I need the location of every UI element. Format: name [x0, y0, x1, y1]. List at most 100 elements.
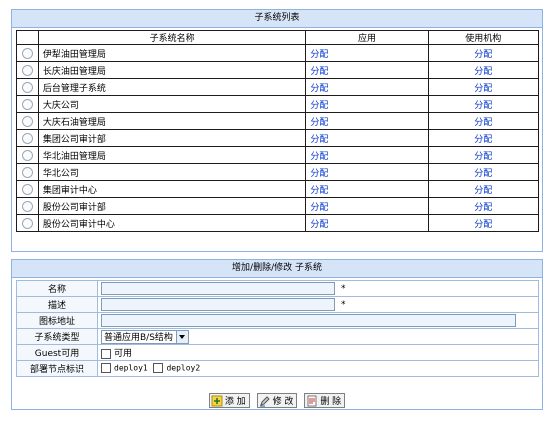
subsystem-name: 股份公司审计中心: [37, 214, 307, 232]
row-radio[interactable]: [21, 115, 33, 127]
deploy1-label: deploy1: [114, 363, 148, 373]
form-title: 增加/删除/修改 子系统: [12, 260, 542, 278]
subsystem-name: 伊犁油田管理局: [37, 44, 307, 62]
row-radio[interactable]: [21, 183, 33, 195]
guest-label: Guest可用: [16, 344, 98, 361]
guest-option-label: 可用: [114, 349, 133, 359]
table-row: 集团公司审计部 分配 分配: [16, 129, 540, 147]
table-row: 大庆石油管理局 分配 分配: [16, 112, 540, 130]
subsystem-table: 子系统名称 应用 使用机构 伊犁油田管理局 分配 分配 长庆油田管理局 分配 分配 后台管理…: [16, 30, 540, 232]
subsystem-list-panel: 子系统列表 子系统名称 应用 使用机构 伊犁油田管理局 分配 分配 长庆油田管理局 分配…: [11, 9, 543, 252]
delete-button[interactable]: 删 除: [304, 393, 346, 408]
assign-app-link[interactable]: 分配: [310, 101, 328, 111]
table-row: 华北油田管理局 分配 分配: [16, 146, 540, 164]
row-radio[interactable]: [21, 47, 33, 59]
header-name: 子系统名称: [37, 30, 307, 45]
form-row-desc: 描述 *: [16, 296, 539, 313]
subsystem-name: 股份公司审计部: [37, 197, 307, 215]
subsystem-edit-panel: 增加/删除/修改 子系统 名称 * 描述 * 图标地址 子系统类型 普通应用B/…: [11, 259, 543, 410]
deploy-label: 部署节点标识: [16, 360, 98, 377]
name-input[interactable]: [101, 282, 335, 295]
add-button[interactable]: 添 加: [208, 393, 250, 408]
row-radio[interactable]: [21, 81, 33, 93]
edit-icon: [259, 395, 270, 406]
table-row: 华北公司 分配 分配: [16, 163, 540, 181]
guest-checkbox[interactable]: [101, 348, 111, 359]
assign-app-link[interactable]: 分配: [310, 169, 328, 179]
assign-org-link[interactable]: 分配: [474, 152, 492, 162]
assign-app-link[interactable]: 分配: [310, 135, 328, 145]
table-header-row: 子系统名称 应用 使用机构: [16, 30, 540, 45]
name-required-mark: *: [341, 284, 346, 294]
table-row: 股份公司审计部 分配 分配: [16, 197, 540, 215]
chevron-down-icon[interactable]: [175, 330, 188, 343]
subsystem-name: 大庆公司: [37, 95, 307, 113]
subsystem-name: 集团审计中心: [37, 180, 307, 198]
form-row-deploy: 部署节点标识 deploy1 deploy2: [16, 360, 539, 377]
button-bar: 添 加 修 改 删 除: [16, 393, 538, 408]
row-radio[interactable]: [21, 217, 33, 229]
subsystem-name: 后台管理子系统: [37, 78, 307, 96]
row-radio[interactable]: [21, 64, 33, 76]
delete-icon: [307, 395, 317, 406]
assign-org-link[interactable]: 分配: [474, 220, 492, 230]
type-select[interactable]: 普通应用B/S结构: [101, 329, 189, 344]
assign-app-link[interactable]: 分配: [310, 50, 328, 60]
subsystem-name: 长庆油田管理局: [37, 61, 307, 79]
assign-app-link[interactable]: 分配: [310, 186, 328, 196]
assign-org-link[interactable]: 分配: [474, 118, 492, 128]
assign-org-link[interactable]: 分配: [474, 135, 492, 145]
row-radio[interactable]: [21, 149, 33, 161]
assign-org-link[interactable]: 分配: [474, 169, 492, 179]
assign-app-link[interactable]: 分配: [310, 220, 328, 230]
table-row: 集团审计中心 分配 分配: [16, 180, 540, 198]
assign-org-link[interactable]: 分配: [474, 50, 492, 60]
desc-input[interactable]: [101, 298, 335, 311]
icon-url-input[interactable]: [101, 314, 516, 327]
form-row-type: 子系统类型 普通应用B/S结构: [16, 328, 539, 345]
add-icon: [211, 395, 223, 406]
table-row: 后台管理子系统 分配 分配: [16, 78, 540, 96]
header-select: [16, 30, 39, 45]
assign-app-link[interactable]: 分配: [310, 203, 328, 213]
row-radio[interactable]: [21, 200, 33, 212]
table-row: 大庆公司 分配 分配: [16, 95, 540, 113]
desc-label: 描述: [16, 296, 98, 313]
form-row-icon: 图标地址: [16, 312, 539, 329]
row-radio[interactable]: [21, 132, 33, 144]
deploy1-checkbox[interactable]: [101, 363, 111, 374]
assign-org-link[interactable]: 分配: [474, 101, 492, 111]
subsystem-name: 华北油田管理局: [37, 146, 307, 164]
delete-button-label: 删 除: [320, 397, 342, 407]
list-title: 子系统列表: [12, 10, 542, 28]
table-row: 伊犁油田管理局 分配 分配: [16, 44, 540, 62]
icon-url-label: 图标地址: [16, 312, 98, 329]
desc-required-mark: *: [341, 300, 346, 310]
form-row-name: 名称 *: [16, 280, 539, 297]
assign-app-link[interactable]: 分配: [310, 118, 328, 128]
assign-app-link[interactable]: 分配: [310, 67, 328, 77]
edit-button[interactable]: 修 改: [256, 393, 298, 408]
header-org: 使用机构: [427, 30, 540, 45]
assign-app-link[interactable]: 分配: [310, 84, 328, 94]
subsystem-name: 集团公司审计部: [37, 129, 307, 147]
subsystem-name: 大庆石油管理局: [37, 112, 307, 130]
assign-org-link[interactable]: 分配: [474, 67, 492, 77]
name-label: 名称: [16, 280, 98, 297]
assign-org-link[interactable]: 分配: [474, 186, 492, 196]
edit-button-label: 修 改: [272, 397, 294, 407]
row-radio[interactable]: [21, 98, 33, 110]
deploy2-checkbox[interactable]: [153, 363, 164, 374]
add-button-label: 添 加: [224, 397, 246, 407]
assign-app-link[interactable]: 分配: [310, 152, 328, 162]
row-radio[interactable]: [21, 166, 33, 178]
type-select-value: 普通应用B/S结构: [104, 333, 173, 343]
assign-org-link[interactable]: 分配: [474, 84, 492, 94]
deploy2-label: deploy2: [166, 363, 201, 373]
form-row-guest: Guest可用 可用: [16, 344, 539, 361]
subsystem-name: 华北公司: [37, 163, 307, 181]
subsystem-form: 名称 * 描述 * 图标地址 子系统类型 普通应用B/S结构 Guest可用 可…: [16, 280, 539, 377]
table-row: 股份公司审计中心 分配 分配: [16, 214, 540, 232]
assign-org-link[interactable]: 分配: [474, 203, 492, 213]
type-label: 子系统类型: [16, 328, 98, 345]
